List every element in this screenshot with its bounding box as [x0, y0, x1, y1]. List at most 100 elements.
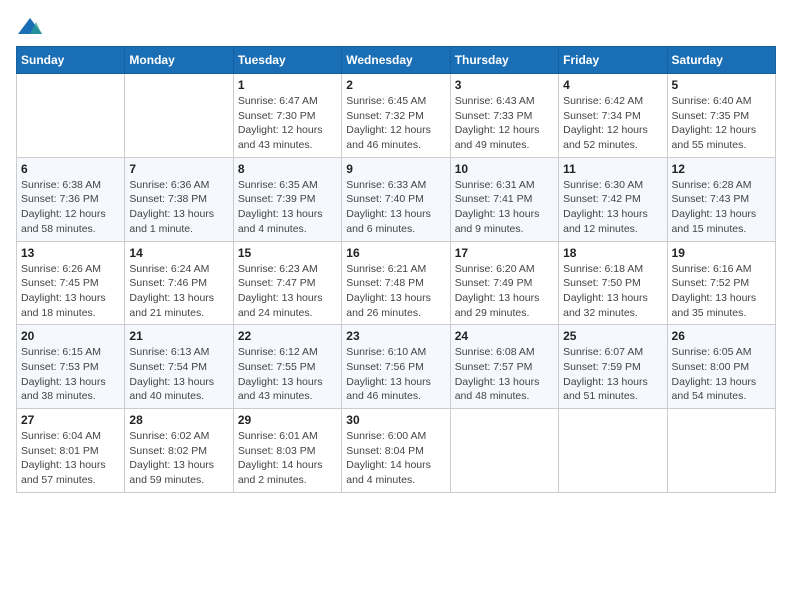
- day-info: Sunrise: 6:16 AMSunset: 7:52 PMDaylight:…: [672, 262, 771, 321]
- day-number: 26: [672, 329, 771, 343]
- day-number: 20: [21, 329, 120, 343]
- calendar-day-cell: [17, 74, 125, 158]
- calendar-day-cell: [667, 409, 775, 493]
- day-number: 19: [672, 246, 771, 260]
- calendar-day-cell: 23 Sunrise: 6:10 AMSunset: 7:56 PMDaylig…: [342, 325, 450, 409]
- day-number: 4: [563, 78, 662, 92]
- day-info: Sunrise: 6:31 AMSunset: 7:41 PMDaylight:…: [455, 178, 554, 237]
- day-info: Sunrise: 6:15 AMSunset: 7:53 PMDaylight:…: [21, 345, 120, 404]
- day-info: Sunrise: 6:18 AMSunset: 7:50 PMDaylight:…: [563, 262, 662, 321]
- day-info: Sunrise: 6:04 AMSunset: 8:01 PMDaylight:…: [21, 429, 120, 488]
- day-info: Sunrise: 6:13 AMSunset: 7:54 PMDaylight:…: [129, 345, 228, 404]
- page-header: [16, 16, 776, 38]
- day-number: 30: [346, 413, 445, 427]
- day-number: 12: [672, 162, 771, 176]
- calendar-day-cell: 27 Sunrise: 6:04 AMSunset: 8:01 PMDaylig…: [17, 409, 125, 493]
- day-info: Sunrise: 6:26 AMSunset: 7:45 PMDaylight:…: [21, 262, 120, 321]
- calendar-day-cell: 6 Sunrise: 6:38 AMSunset: 7:36 PMDayligh…: [17, 157, 125, 241]
- day-number: 21: [129, 329, 228, 343]
- calendar-day-cell: 5 Sunrise: 6:40 AMSunset: 7:35 PMDayligh…: [667, 74, 775, 158]
- calendar-day-cell: 4 Sunrise: 6:42 AMSunset: 7:34 PMDayligh…: [559, 74, 667, 158]
- calendar-day-cell: [450, 409, 558, 493]
- calendar-day-cell: 8 Sunrise: 6:35 AMSunset: 7:39 PMDayligh…: [233, 157, 341, 241]
- day-number: 16: [346, 246, 445, 260]
- day-number: 14: [129, 246, 228, 260]
- day-info: Sunrise: 6:45 AMSunset: 7:32 PMDaylight:…: [346, 94, 445, 153]
- calendar-day-cell: 12 Sunrise: 6:28 AMSunset: 7:43 PMDaylig…: [667, 157, 775, 241]
- logo: [16, 16, 48, 38]
- calendar-day-header: Thursday: [450, 47, 558, 74]
- day-number: 7: [129, 162, 228, 176]
- day-number: 22: [238, 329, 337, 343]
- day-number: 2: [346, 78, 445, 92]
- day-info: Sunrise: 6:30 AMSunset: 7:42 PMDaylight:…: [563, 178, 662, 237]
- calendar-header: SundayMondayTuesdayWednesdayThursdayFrid…: [17, 47, 776, 74]
- calendar-day-header: Tuesday: [233, 47, 341, 74]
- day-number: 3: [455, 78, 554, 92]
- day-number: 25: [563, 329, 662, 343]
- calendar-day-cell: 22 Sunrise: 6:12 AMSunset: 7:55 PMDaylig…: [233, 325, 341, 409]
- calendar-week-row: 6 Sunrise: 6:38 AMSunset: 7:36 PMDayligh…: [17, 157, 776, 241]
- calendar-day-cell: 10 Sunrise: 6:31 AMSunset: 7:41 PMDaylig…: [450, 157, 558, 241]
- calendar-day-cell: 1 Sunrise: 6:47 AMSunset: 7:30 PMDayligh…: [233, 74, 341, 158]
- calendar-day-cell: 9 Sunrise: 6:33 AMSunset: 7:40 PMDayligh…: [342, 157, 450, 241]
- calendar-day-cell: 13 Sunrise: 6:26 AMSunset: 7:45 PMDaylig…: [17, 241, 125, 325]
- calendar-day-cell: 28 Sunrise: 6:02 AMSunset: 8:02 PMDaylig…: [125, 409, 233, 493]
- calendar-day-cell: 18 Sunrise: 6:18 AMSunset: 7:50 PMDaylig…: [559, 241, 667, 325]
- calendar-day-cell: 14 Sunrise: 6:24 AMSunset: 7:46 PMDaylig…: [125, 241, 233, 325]
- day-number: 9: [346, 162, 445, 176]
- day-number: 5: [672, 78, 771, 92]
- calendar-day-cell: 20 Sunrise: 6:15 AMSunset: 7:53 PMDaylig…: [17, 325, 125, 409]
- day-number: 15: [238, 246, 337, 260]
- calendar-day-cell: 16 Sunrise: 6:21 AMSunset: 7:48 PMDaylig…: [342, 241, 450, 325]
- day-info: Sunrise: 6:36 AMSunset: 7:38 PMDaylight:…: [129, 178, 228, 237]
- day-info: Sunrise: 6:21 AMSunset: 7:48 PMDaylight:…: [346, 262, 445, 321]
- calendar-day-header: Monday: [125, 47, 233, 74]
- day-number: 6: [21, 162, 120, 176]
- day-info: Sunrise: 6:35 AMSunset: 7:39 PMDaylight:…: [238, 178, 337, 237]
- day-info: Sunrise: 6:20 AMSunset: 7:49 PMDaylight:…: [455, 262, 554, 321]
- day-info: Sunrise: 6:38 AMSunset: 7:36 PMDaylight:…: [21, 178, 120, 237]
- day-info: Sunrise: 6:33 AMSunset: 7:40 PMDaylight:…: [346, 178, 445, 237]
- calendar-day-cell: 25 Sunrise: 6:07 AMSunset: 7:59 PMDaylig…: [559, 325, 667, 409]
- calendar-week-row: 20 Sunrise: 6:15 AMSunset: 7:53 PMDaylig…: [17, 325, 776, 409]
- calendar-week-row: 1 Sunrise: 6:47 AMSunset: 7:30 PMDayligh…: [17, 74, 776, 158]
- calendar-day-header: Saturday: [667, 47, 775, 74]
- day-info: Sunrise: 6:02 AMSunset: 8:02 PMDaylight:…: [129, 429, 228, 488]
- day-info: Sunrise: 6:07 AMSunset: 7:59 PMDaylight:…: [563, 345, 662, 404]
- calendar-day-header: Sunday: [17, 47, 125, 74]
- calendar-day-cell: 7 Sunrise: 6:36 AMSunset: 7:38 PMDayligh…: [125, 157, 233, 241]
- day-number: 24: [455, 329, 554, 343]
- day-number: 18: [563, 246, 662, 260]
- day-info: Sunrise: 6:42 AMSunset: 7:34 PMDaylight:…: [563, 94, 662, 153]
- calendar-day-cell: 11 Sunrise: 6:30 AMSunset: 7:42 PMDaylig…: [559, 157, 667, 241]
- day-number: 8: [238, 162, 337, 176]
- calendar-day-cell: [559, 409, 667, 493]
- day-info: Sunrise: 6:00 AMSunset: 8:04 PMDaylight:…: [346, 429, 445, 488]
- calendar-week-row: 13 Sunrise: 6:26 AMSunset: 7:45 PMDaylig…: [17, 241, 776, 325]
- calendar-day-cell: 30 Sunrise: 6:00 AMSunset: 8:04 PMDaylig…: [342, 409, 450, 493]
- day-number: 29: [238, 413, 337, 427]
- calendar-day-cell: 29 Sunrise: 6:01 AMSunset: 8:03 PMDaylig…: [233, 409, 341, 493]
- day-number: 10: [455, 162, 554, 176]
- day-number: 1: [238, 78, 337, 92]
- calendar-day-cell: 19 Sunrise: 6:16 AMSunset: 7:52 PMDaylig…: [667, 241, 775, 325]
- day-info: Sunrise: 6:08 AMSunset: 7:57 PMDaylight:…: [455, 345, 554, 404]
- day-info: Sunrise: 6:47 AMSunset: 7:30 PMDaylight:…: [238, 94, 337, 153]
- day-info: Sunrise: 6:24 AMSunset: 7:46 PMDaylight:…: [129, 262, 228, 321]
- day-info: Sunrise: 6:43 AMSunset: 7:33 PMDaylight:…: [455, 94, 554, 153]
- calendar-day-header: Wednesday: [342, 47, 450, 74]
- day-info: Sunrise: 6:23 AMSunset: 7:47 PMDaylight:…: [238, 262, 337, 321]
- calendar-day-cell: 17 Sunrise: 6:20 AMSunset: 7:49 PMDaylig…: [450, 241, 558, 325]
- calendar-day-cell: [125, 74, 233, 158]
- day-info: Sunrise: 6:01 AMSunset: 8:03 PMDaylight:…: [238, 429, 337, 488]
- calendar-table: SundayMondayTuesdayWednesdayThursdayFrid…: [16, 46, 776, 493]
- day-number: 11: [563, 162, 662, 176]
- day-info: Sunrise: 6:10 AMSunset: 7:56 PMDaylight:…: [346, 345, 445, 404]
- day-info: Sunrise: 6:28 AMSunset: 7:43 PMDaylight:…: [672, 178, 771, 237]
- calendar-day-cell: 2 Sunrise: 6:45 AMSunset: 7:32 PMDayligh…: [342, 74, 450, 158]
- day-number: 23: [346, 329, 445, 343]
- day-info: Sunrise: 6:05 AMSunset: 8:00 PMDaylight:…: [672, 345, 771, 404]
- day-number: 28: [129, 413, 228, 427]
- calendar-day-cell: 15 Sunrise: 6:23 AMSunset: 7:47 PMDaylig…: [233, 241, 341, 325]
